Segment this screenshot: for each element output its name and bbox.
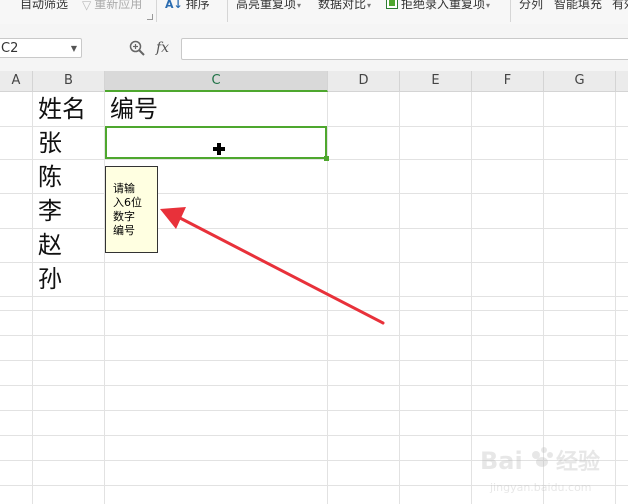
svg-text:jingyan.baidu.com: jingyan.baidu.com — [489, 481, 592, 494]
svg-text:Bai: Bai — [480, 447, 523, 475]
annotation-arrow — [160, 207, 385, 325]
watermark-logo: Bai 经验 jingyan.baidu.com — [480, 447, 600, 494]
svg-text:经验: 经验 — [556, 449, 600, 475]
